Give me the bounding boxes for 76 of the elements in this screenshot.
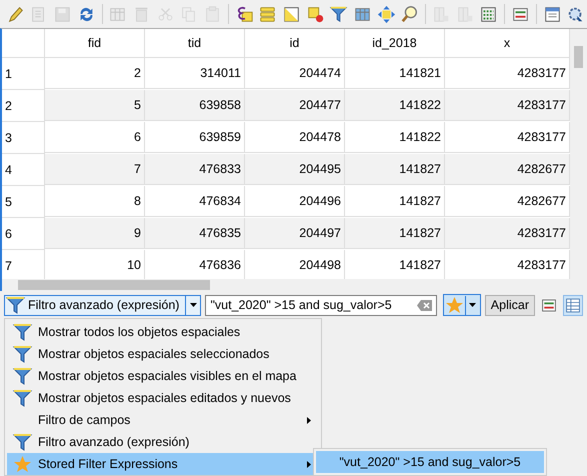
deselect-icon — [306, 4, 325, 24]
horizontal-scrollbar[interactable] — [2, 279, 587, 291]
filter-icon — [12, 388, 33, 408]
column-icon — [432, 4, 451, 24]
filter-icon — [12, 432, 33, 452]
arrows-icon — [376, 4, 396, 24]
table-cell: 476835 — [145, 218, 245, 249]
submenu-arrow-icon — [307, 416, 311, 424]
star-icon — [444, 294, 465, 316]
menu-item[interactable]: Mostrar todos los objetos espaciales — [5, 321, 321, 343]
row-header[interactable]: 1 — [2, 58, 45, 90]
table-cell: 6 — [45, 122, 145, 153]
table-cell: 141821 — [345, 58, 445, 89]
table-cell: 639859 — [145, 122, 245, 153]
table-cell: 4283177 — [445, 90, 570, 121]
table-cell: 141822 — [345, 122, 445, 153]
table-cell: 5 — [45, 90, 145, 121]
row-header[interactable]: 5 — [2, 186, 45, 218]
column-header[interactable]: id — [245, 29, 345, 58]
column-header[interactable]: fid — [45, 29, 145, 58]
row-header[interactable]: 4 — [2, 154, 45, 186]
table-cell: 314011 — [145, 58, 245, 89]
column-icon — [456, 4, 475, 24]
table-cell: 204497 — [245, 218, 345, 249]
apply-button[interactable]: Aplicar — [484, 294, 535, 316]
floppy-icon — [53, 4, 72, 24]
table-cell: 204478 — [245, 122, 345, 153]
filter-icon — [12, 322, 33, 342]
row-header[interactable]: 3 — [2, 122, 45, 154]
menu-item[interactable]: Mostrar objetos espaciales visibles en el mapa — [5, 365, 321, 387]
filter-icon — [12, 344, 33, 364]
table-cell: 141827 — [345, 186, 445, 217]
table-cell: 8 — [45, 186, 145, 217]
column-header[interactable]: x — [445, 29, 570, 58]
table-cell: 639858 — [145, 90, 245, 121]
expression-field[interactable]: "vut_2020" >15 and sug_valor>5 — [205, 294, 437, 316]
submenu-arrow-icon — [307, 460, 311, 468]
row-header[interactable]: 2 — [2, 90, 45, 122]
table-cell: 476833 — [145, 154, 245, 185]
filter-icon — [12, 366, 33, 386]
table-cell: 204496 — [245, 186, 345, 217]
menu-item[interactable]: Mostrar objetos espaciales seleccionados — [5, 343, 321, 365]
table-cell: 476834 — [145, 186, 245, 217]
table-cell: 2 — [45, 58, 145, 89]
caret-icon — [469, 303, 476, 307]
view-toggle[interactable] — [563, 294, 583, 316]
table-cell: 204495 — [245, 154, 345, 185]
table-cell: 204477 — [245, 90, 345, 121]
menu-item[interactable]: "vut_2020" >15 and sug_valor>5 — [316, 451, 544, 473]
menu-item[interactable]: Mostrar objetos espaciales editados y nuevos — [5, 387, 321, 409]
vertical-scrollbar[interactable] — [570, 29, 587, 279]
table-cell: 141822 — [345, 90, 445, 121]
table-cell: 9 — [45, 218, 145, 249]
menu-item[interactable]: Filtro avanzado (expresión) — [5, 431, 321, 453]
caret-icon — [190, 303, 197, 307]
triangle-icon — [282, 4, 302, 24]
table-cell: 4282677 — [445, 154, 570, 185]
column-header[interactable]: id_2018 — [345, 29, 445, 58]
filter-icon — [5, 294, 26, 316]
stored-filters-button[interactable] — [442, 294, 481, 316]
menu-item[interactable]: Filtro de campos — [5, 409, 321, 431]
row-header[interactable]: 6 — [2, 218, 45, 250]
table-cell: 204474 — [245, 58, 345, 89]
star-icon — [12, 454, 33, 474]
filter-icon — [329, 4, 348, 24]
stack-icon — [258, 4, 278, 24]
filter-mode-dropdown[interactable]: Filtro avanzado (expresión) — [4, 294, 202, 316]
zoom-icon — [400, 4, 420, 24]
clear-icon[interactable] — [416, 300, 432, 310]
table-cell: 141827 — [345, 218, 445, 249]
window-icon — [542, 4, 562, 24]
table-cell: 4283177 — [445, 218, 570, 249]
calculator-icon — [479, 4, 498, 24]
column-header[interactable]: tid — [145, 29, 245, 58]
table-cell: 141827 — [345, 154, 445, 185]
table-cell: 7 — [45, 154, 145, 185]
